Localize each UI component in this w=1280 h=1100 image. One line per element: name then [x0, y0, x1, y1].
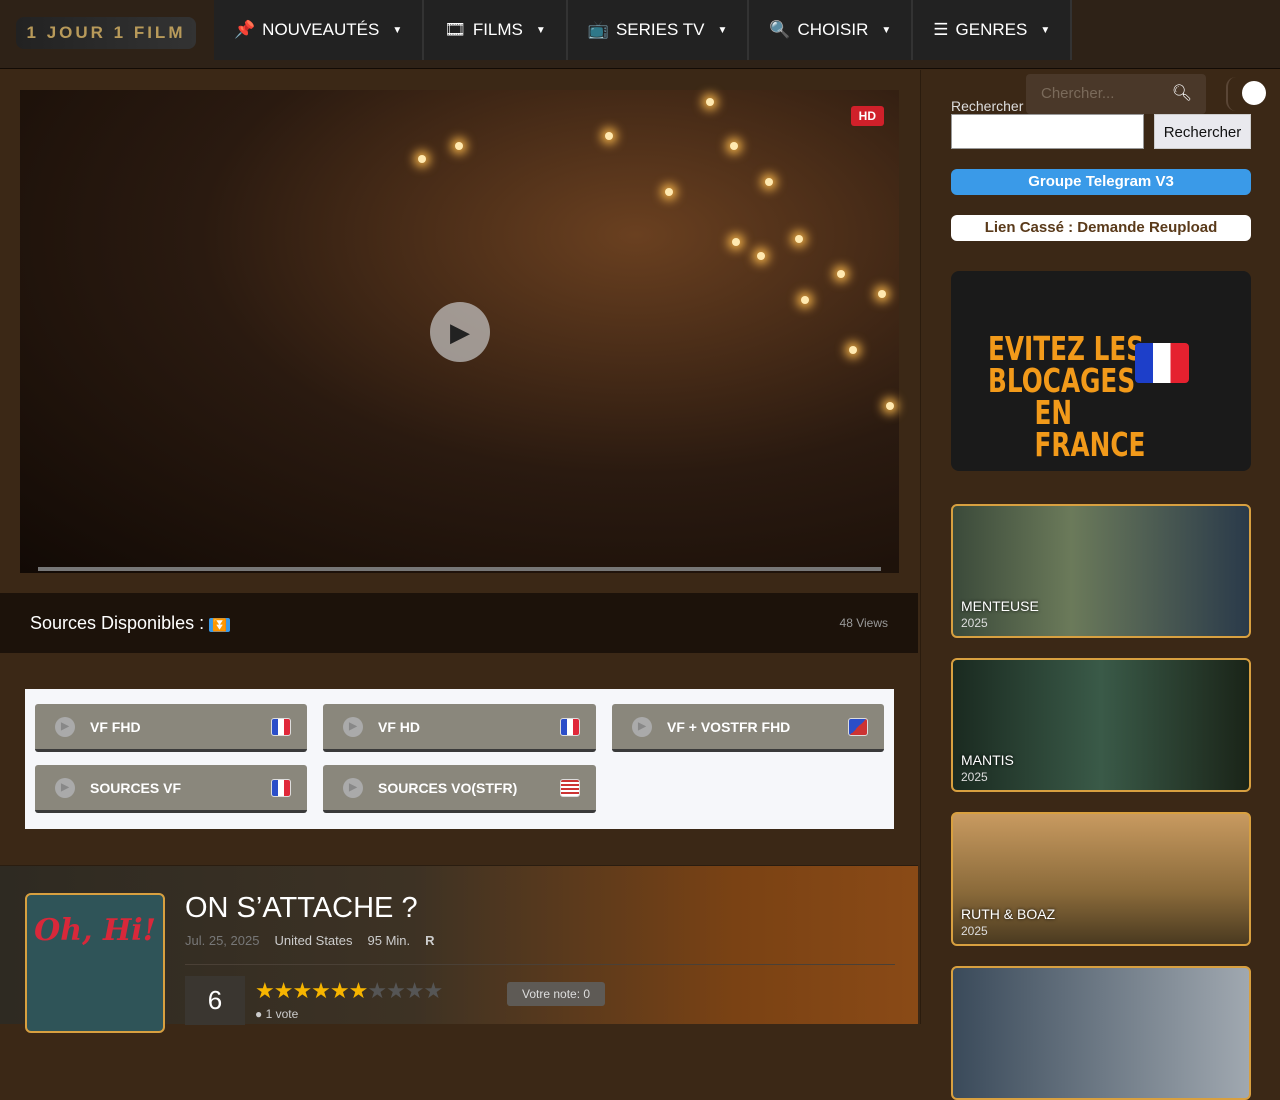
nav-films[interactable]: 🎞 FILMS ▼ [424, 0, 568, 60]
arrow-down-icon: ⏬ [209, 617, 231, 632]
source-label: VF + VOSTFR FHD [667, 718, 791, 735]
user-icon [1242, 81, 1266, 105]
poster-title: Oh, Hi! [34, 913, 156, 948]
site-logo[interactable]: 1 JOUR 1 FILM [16, 17, 196, 49]
nav-nouveautes[interactable]: 📌 NOUVEAUTÉS ▼ [214, 0, 425, 60]
source-label: VF FHD [90, 718, 141, 735]
search-button[interactable]: Rechercher [1154, 114, 1251, 149]
flag-us-icon [560, 778, 580, 797]
flag-fr-icon [271, 717, 291, 736]
nav-label: SERIES TV [615, 20, 705, 39]
sources-list: ▶ VF FHD ▶ VF HD ▶ VF + VOSTFR FHD ▶ SOURCES… [25, 689, 894, 829]
sources-bar: Sources Disponibles : ⏬ 48 Views [0, 593, 918, 653]
caret-down-icon: ▼ [392, 24, 403, 36]
card-title: MANTIS [961, 752, 1014, 768]
play-icon: ▶ [343, 777, 363, 798]
broken-link-button[interactable]: Lien Cassé : Demande Reupload [951, 215, 1251, 241]
movie-poster[interactable]: Oh, Hi! [25, 893, 165, 1033]
flag-fr-icon [560, 717, 580, 736]
search-icon[interactable]: 🔍︎ [1172, 83, 1192, 103]
sidebar: Chercher... 🔍︎ Rechercher Rechercher Grou… [920, 70, 1280, 1100]
duration: 95 Min. [367, 933, 411, 948]
score: 6 [185, 976, 245, 1025]
source-label: SOURCES VF [90, 779, 182, 796]
divider [185, 964, 895, 965]
play-icon: ▶ [55, 716, 75, 737]
star-rating[interactable]: ★★★★★★★★★★ [255, 978, 443, 1004]
search-icon: 🔍 [769, 20, 791, 39]
movie-meta: Jul. 25, 2025 United States 95 Min. R [185, 933, 435, 948]
nav-label: GENRES [955, 20, 1028, 39]
nav-choisir[interactable]: 🔍 CHOISIR ▼ [749, 0, 914, 60]
play-icon: ▶ [632, 716, 652, 737]
source-button[interactable]: ▶ VF HD [323, 704, 596, 752]
play-icon: ▶ [450, 316, 470, 347]
my-note: Votre note: 0 [507, 982, 606, 1006]
header-search-input[interactable]: Chercher... 🔍︎ [1026, 74, 1206, 114]
movie-card[interactable]: MENTEUSE 2025 [951, 504, 1251, 638]
source-label: VF HD [378, 718, 420, 735]
nav-series[interactable]: 📺 SERIES TV ▼ [568, 0, 750, 60]
nav-label: NOUVEAUTÉS [262, 20, 380, 39]
film-icon: 🎞 [444, 20, 466, 39]
tv-icon: 📺 [587, 20, 609, 39]
card-year: 2025 [961, 770, 988, 784]
movie-title: ON S’ATTACHE ? [185, 892, 418, 924]
video-player[interactable]: HD ▶ [20, 90, 899, 573]
card-year: 2025 [961, 924, 988, 938]
source-button[interactable]: ▶ SOURCES VO(STFR) [323, 765, 596, 813]
user-button[interactable] [1226, 77, 1266, 111]
country: United States [274, 933, 353, 948]
header: 1 JOUR 1 FILM 📌 NOUVEAUTÉS ▼ 🎞 FILMS ▼ 📺 SERI… [0, 0, 1280, 69]
card-year: 2025 [961, 616, 988, 630]
sources-title: Sources Disponibles : ⏬ [30, 613, 231, 634]
source-button[interactable]: ▶ VF + VOSTFR FHD [612, 704, 884, 752]
play-icon: ▶ [343, 716, 363, 737]
play-icon: ▶ [55, 777, 75, 798]
search-input[interactable] [951, 114, 1144, 149]
pin-icon: 📌 [234, 20, 256, 39]
movie-card[interactable]: MANTIS 2025 [951, 658, 1251, 792]
flag-fr-icon [1135, 343, 1189, 383]
list-icon: ☰ [933, 20, 949, 39]
rating-code: R [425, 933, 435, 948]
flag-fr-icon [271, 778, 291, 797]
flag-fr-uk-icon [848, 717, 868, 736]
card-title: MENTEUSE [961, 598, 1039, 614]
source-button[interactable]: ▶ SOURCES VF [35, 765, 307, 813]
card-title: RUTH & BOAZ [961, 906, 1056, 922]
video-progress-bar[interactable] [38, 567, 881, 571]
vote-count: ● 1 vote [255, 1007, 299, 1021]
caret-down-icon: ▼ [535, 24, 546, 36]
user-icon: ● [255, 1007, 263, 1021]
source-button[interactable]: ▶ VF FHD [35, 704, 307, 752]
release-date: Jul. 25, 2025 [185, 933, 260, 948]
hd-badge: HD [850, 106, 884, 126]
nav-label: FILMS [472, 20, 523, 39]
views-count: 48 Views [839, 616, 888, 630]
movie-info: Oh, Hi! ON S’ATTACHE ? Jul. 25, 2025 Uni… [0, 865, 918, 1033]
play-button[interactable]: ▶ [430, 302, 490, 362]
caret-down-icon: ▼ [717, 24, 728, 36]
main-content: HD ▶ Sources Disponibles : ⏬ 48 Views ▶ V… [0, 70, 918, 1033]
search-label: Rechercher [951, 98, 1024, 114]
nav-genres[interactable]: ☰ GENRES ▼ [913, 0, 1073, 60]
caret-down-icon: ▼ [881, 24, 892, 36]
caret-down-icon: ▼ [1040, 24, 1051, 36]
vpn-ad-banner[interactable]: EVITEZ LES BLOCAGES EN FRANCE [951, 271, 1251, 471]
main-nav: 📌 NOUVEAUTÉS ▼ 🎞 FILMS ▼ 📺 SERIES TV ▼ 🔍 CHOISI… [214, 0, 1073, 60]
nav-label: CHOISIR [797, 20, 869, 39]
movie-card[interactable]: RUTH & BOAZ 2025 [951, 812, 1251, 946]
movie-card[interactable] [951, 966, 1251, 1100]
telegram-button[interactable]: Groupe Telegram V3 [951, 169, 1251, 195]
source-label: SOURCES VO(STFR) [378, 779, 518, 796]
